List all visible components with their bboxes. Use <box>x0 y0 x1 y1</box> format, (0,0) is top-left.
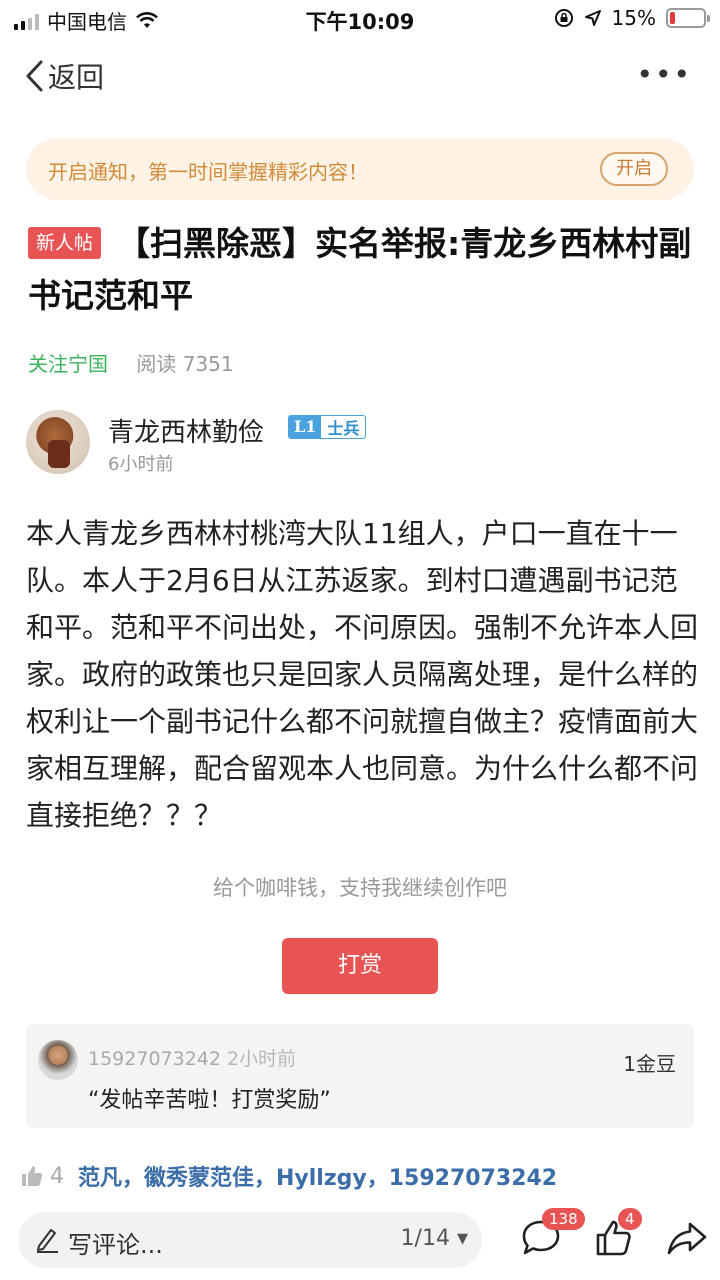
reward-amount: 1金豆 <box>623 1052 676 1076</box>
comment-button[interactable]: 138 <box>520 1208 585 1262</box>
back-label: 返回 <box>48 61 105 94</box>
like-count-badge: 4 <box>618 1208 642 1230</box>
notification-banner: 开启通知，第一时间掌握精彩内容！ 开启 <box>26 138 694 200</box>
post-time: 6小时前 <box>108 454 174 475</box>
bottom-bar: 写评论... 1/14 ▾ 138 4 <box>0 1204 720 1280</box>
enable-notification-button[interactable]: 开启 <box>600 152 668 186</box>
share-arrow-icon <box>667 1222 707 1255</box>
like-count: 4 <box>50 1163 64 1189</box>
comment-input[interactable]: 写评论... 1/14 ▾ <box>18 1212 482 1268</box>
level-label: L1 <box>289 416 322 438</box>
status-bar: 中国电信 下午10:09 15% <box>0 0 720 40</box>
lock-rotation-icon <box>554 9 573 27</box>
notification-text: 开启通知，第一时间掌握精彩内容！ <box>48 160 368 184</box>
status-right: 15% <box>554 6 710 30</box>
new-post-tag: 新人帖 <box>28 227 102 259</box>
reward-tip: 给个咖啡钱，支持我继续创作吧 <box>213 876 507 900</box>
rewarder-name[interactable]: 15927073242 <box>88 1048 221 1070</box>
like-button[interactable]: 4 <box>594 1208 642 1262</box>
share-button[interactable] <box>666 1218 710 1262</box>
author-name[interactable]: 青龙西林勤俭 <box>108 412 264 449</box>
reward-message: “发帖辛苦啦！打赏奖励” <box>88 1088 331 1113</box>
comment-count-badge: 138 <box>542 1208 585 1230</box>
pen-icon <box>37 1229 58 1253</box>
rewarder-info: 15927073242 2小时前 <box>88 1044 296 1071</box>
author-row: 青龙西林勤俭 L1 士兵 6小时前 <box>26 410 696 480</box>
back-button[interactable]: 返回 <box>24 56 104 96</box>
likes-row: 4 范凡，徽秀蒙范佳，Hyllzgy，15927073242 <box>20 1160 557 1192</box>
nav-bar: 返回 ••• <box>0 50 720 100</box>
more-menu-button[interactable]: ••• <box>636 58 692 91</box>
chevron-left-icon <box>26 60 43 92</box>
page-selector[interactable]: 1/14 ▾ <box>401 1226 468 1251</box>
rewarder-avatar[interactable] <box>38 1040 78 1080</box>
reward-record: 15927073242 2小时前 1金豆 “发帖辛苦啦！打赏奖励” <box>26 1024 694 1128</box>
location-icon <box>584 10 601 26</box>
liker-names[interactable]: 范凡，徽秀蒙范佳，Hyllzgy，15927073242 <box>78 1160 557 1192</box>
comment-placeholder: 写评论... <box>68 1231 163 1259</box>
post-meta: 关注宁国 阅读 7351 <box>28 348 234 377</box>
battery-fill <box>670 12 675 24</box>
battery-icon <box>666 8 710 28</box>
author-rank-badge: L1 士兵 <box>288 415 367 439</box>
rank-label: 士兵 <box>327 419 360 438</box>
battery-percent: 15% <box>611 6 656 30</box>
reward-button[interactable]: 打赏 <box>282 938 438 994</box>
post-title-block: 新人帖 【扫黑除恶】实名举报:青龙乡西林村副书记范和平 <box>28 218 692 322</box>
post-content: 本人青龙乡西林村桃湾大队11组人，户口一直在十一队。本人于2月6日从江苏返家。到… <box>26 517 699 832</box>
post-title: 【扫黑除恶】实名举报:青龙乡西林村副书记范和平 <box>28 224 692 315</box>
more-icon: ••• <box>636 58 692 91</box>
thumbs-up-icon <box>22 1166 43 1186</box>
read-count: 阅读 7351 <box>136 352 234 376</box>
reward-time: 2小时前 <box>226 1048 297 1070</box>
author-avatar[interactable] <box>26 410 90 474</box>
follow-forum-link[interactable]: 关注宁国 <box>28 352 108 376</box>
